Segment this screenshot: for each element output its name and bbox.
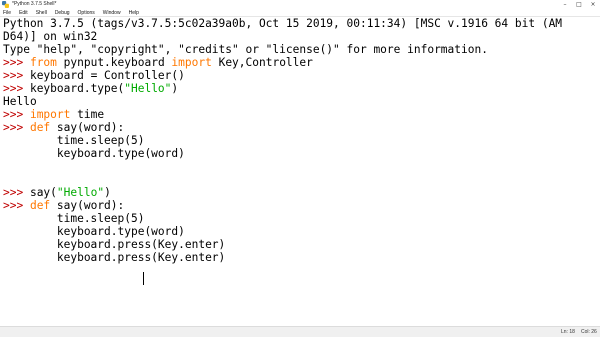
menu-shell[interactable]: Shell <box>36 9 47 17</box>
window-controls: – □ × <box>558 0 600 9</box>
prompt-token: >>> <box>3 121 30 134</box>
code-text: keyboard.type( <box>29 82 125 95</box>
code-text: Python 3.7.5 (tags/v3.7.5:5c02a39a0b, Oc… <box>3 17 563 30</box>
shell-line: >>> keyboard.type("Hello") <box>3 82 178 95</box>
code-text: keyboard = Controller() <box>29 69 185 82</box>
maximize-icon[interactable]: □ <box>572 0 586 9</box>
python-app-icon <box>2 1 9 8</box>
shell-line: time.sleep(5) <box>3 212 145 225</box>
shell-line: time.sleep(5) <box>3 134 145 147</box>
code-text: D64)] on win32 <box>3 30 98 43</box>
shell-line: keyboard.press(Key.enter) <box>3 251 225 264</box>
prompt-token: >>> <box>3 108 30 121</box>
keyword-token: def <box>29 199 51 212</box>
code-text: keyboard.press(Key.enter) <box>3 238 226 251</box>
prompt-token: >>> <box>3 82 30 95</box>
string-token: "Hello" <box>56 186 105 199</box>
code-text: say(word): <box>50 199 125 212</box>
prompt-token: >>> <box>3 69 30 82</box>
status-bar: Ln: 18 Col: 26 <box>0 326 600 337</box>
string-token: "Hello" <box>124 82 172 95</box>
shell-line: Python 3.7.5 (tags/v3.7.5:5c02a39a0b, Oc… <box>3 17 562 30</box>
code-text: time.sleep(5) <box>3 134 145 147</box>
keyword-token: def <box>29 121 51 134</box>
prompt-token: >>> <box>3 186 30 199</box>
code-text: ) <box>104 186 111 199</box>
code-text: say( <box>29 186 57 199</box>
code-text: Hello <box>3 95 37 108</box>
menu-edit[interactable]: Edit <box>19 9 28 17</box>
code-text: keyboard.type(word) <box>3 147 185 160</box>
keyword-token: from <box>29 56 57 69</box>
shell-line: >>> import time <box>3 108 104 121</box>
menu-window[interactable]: Window <box>103 9 121 17</box>
shell-line: keyboard.press(Key.enter) <box>3 238 225 251</box>
shell-line: D64)] on win32 <box>3 30 97 43</box>
prompt-token: >>> <box>3 56 30 69</box>
shell-line: Type "help", "copyright", "credits" or "… <box>3 43 488 56</box>
keyword-token: import <box>171 56 212 69</box>
shell-line: keyboard.type(word) <box>3 147 185 160</box>
code-text: keyboard.press(Key.enter) <box>3 251 226 264</box>
minimize-icon[interactable]: – <box>558 0 572 9</box>
shell-line: keyboard.type(word) <box>3 225 185 238</box>
status-col: Col: 26 <box>581 329 597 335</box>
shell-line: >>> from pynput.keyboard import Key,Cont… <box>3 56 313 69</box>
code-text: Key,Controller <box>211 56 313 69</box>
code-text: time <box>70 108 105 121</box>
menu-bar: File Edit Shell Debug Options Window Hel… <box>0 9 600 17</box>
shell-line: >>> say("Hello") <box>3 186 111 199</box>
code-text: pynput.keyboard <box>56 56 172 69</box>
shell-line: >>> keyboard = Controller() <box>3 69 185 82</box>
status-line: Ln: 18 <box>561 329 575 335</box>
menu-help[interactable]: Help <box>129 9 139 17</box>
shell-line: >>> def say(word): <box>3 199 124 212</box>
code-text: say(word): <box>50 121 125 134</box>
shell-line: Hello <box>3 95 37 108</box>
keyword-token: import <box>29 108 71 121</box>
close-icon[interactable]: × <box>586 0 600 9</box>
prompt-token: >>> <box>3 199 30 212</box>
menu-debug[interactable]: Debug <box>55 9 70 17</box>
code-text: ) <box>171 82 179 95</box>
menu-options[interactable]: Options <box>78 9 95 17</box>
menu-file[interactable]: File <box>3 9 11 17</box>
text-cursor <box>143 272 144 285</box>
code-text: keyboard.type(word) <box>3 225 185 238</box>
code-text: Type "help", "copyright", "credits" or "… <box>3 43 488 56</box>
shell-text-area[interactable]: Python 3.7.5 (tags/v3.7.5:5c02a39a0b, Oc… <box>0 17 600 326</box>
code-text: time.sleep(5) <box>3 212 145 225</box>
shell-line: >>> def say(word): <box>3 121 124 134</box>
